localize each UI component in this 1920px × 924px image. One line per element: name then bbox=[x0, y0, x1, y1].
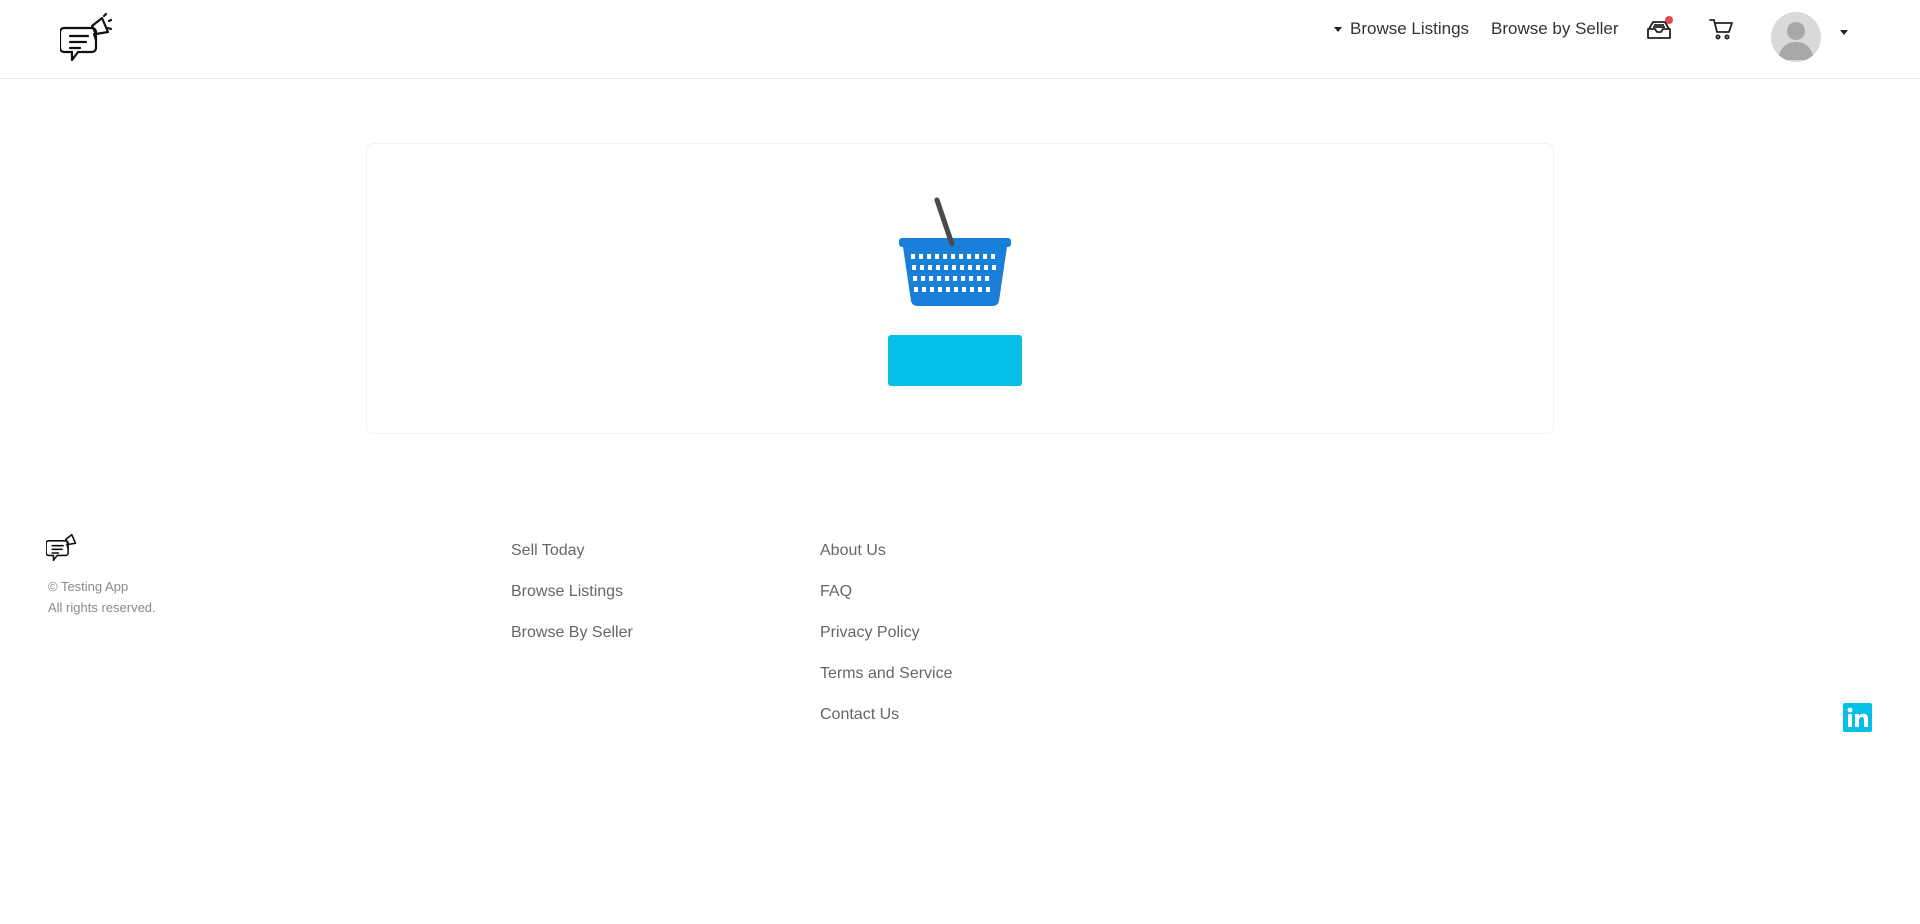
user-silhouette-icon bbox=[1778, 22, 1814, 60]
footer-link-browse-listings[interactable]: Browse Listings bbox=[511, 579, 633, 620]
footer-link-privacy-policy[interactable]: Privacy Policy bbox=[820, 620, 953, 661]
top-navbar: Browse Listings Browse by Seller bbox=[0, 0, 1920, 79]
notification-dot bbox=[1665, 16, 1673, 24]
rights-text: All rights reserved. bbox=[48, 600, 156, 615]
shopping-basket-icon bbox=[895, 194, 1015, 314]
cart-button[interactable] bbox=[1708, 17, 1734, 41]
footer-link-faq[interactable]: FAQ bbox=[820, 579, 953, 620]
footer-link-contact-us[interactable]: Contact Us bbox=[820, 702, 953, 743]
browse-by-seller-label: Browse by Seller bbox=[1491, 19, 1619, 38]
footer-column-1: Sell Today Browse Listings Browse By Sel… bbox=[511, 538, 633, 661]
caret-down-icon bbox=[1334, 26, 1342, 32]
footer-link-sell-today[interactable]: Sell Today bbox=[511, 538, 633, 579]
inbox-button[interactable] bbox=[1645, 16, 1673, 42]
start-shopping-button[interactable] bbox=[888, 335, 1022, 386]
caret-down-icon bbox=[1840, 30, 1848, 52]
browse-by-seller-link[interactable]: Browse by Seller bbox=[1491, 17, 1619, 41]
logo-icon[interactable] bbox=[58, 12, 113, 66]
copyright-text: © Testing App bbox=[48, 579, 129, 594]
profile-menu-caret[interactable] bbox=[1840, 30, 1848, 53]
footer-logo-icon[interactable] bbox=[45, 531, 78, 564]
footer-link-browse-by-seller[interactable]: Browse By Seller bbox=[511, 620, 633, 661]
footer-column-2: About Us FAQ Privacy Policy Terms and Se… bbox=[820, 538, 953, 743]
cart-icon bbox=[1709, 19, 1733, 40]
footer-link-about-us[interactable]: About Us bbox=[820, 538, 953, 579]
footer-copyright: © Testing App All rights reserved. bbox=[48, 576, 156, 618]
empty-cart-card bbox=[366, 143, 1554, 434]
browse-listings-menu[interactable]: Browse Listings bbox=[1334, 17, 1469, 41]
footer-link-terms-and-service[interactable]: Terms and Service bbox=[820, 661, 953, 702]
avatar[interactable] bbox=[1771, 12, 1821, 62]
linkedin-icon[interactable] bbox=[1843, 703, 1872, 732]
browse-listings-label: Browse Listings bbox=[1350, 19, 1470, 38]
